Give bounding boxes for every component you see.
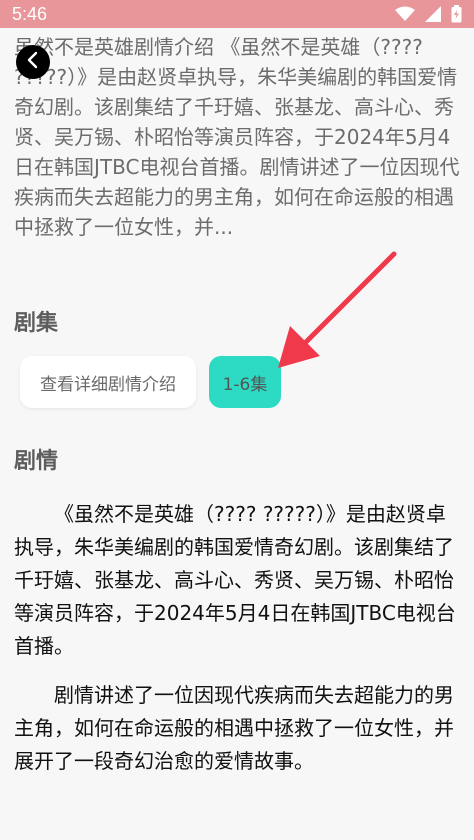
chevron-left-icon [25, 51, 41, 73]
plot-paragraph: 《虽然不是英雄（???? ?????）》是由赵贤卓执导，朱华美编剧的韩国爱情奇幻… [14, 502, 456, 658]
plot-section-title: 剧情 [14, 449, 59, 474]
status-bar: 5:46 [0, 0, 474, 28]
synopsis-summary: 虽然不是英雄剧情介绍 《虽然不是英雄（???? ?????）》是由赵贤卓执导，朱… [14, 35, 460, 239]
status-time: 5:46 [12, 4, 48, 24]
wifi-icon [395, 6, 415, 22]
episodes-section-title: 剧集 [14, 311, 59, 336]
battery-icon [451, 5, 462, 23]
view-detailed-plot-button[interactable]: 查看详细剧情介绍 [20, 356, 196, 408]
status-icons [395, 4, 462, 24]
annotation-arrow-icon [270, 250, 400, 374]
back-button[interactable] [16, 45, 50, 79]
cellular-signal-icon [425, 6, 441, 22]
plot-paragraph: 剧情讲述了一位因现代疾病而失去超能力的男主角，如何在命运般的相遇中拯救了一位女性… [14, 683, 454, 773]
plot-text: 《虽然不是英雄（???? ?????）》是由赵贤卓执导，朱华美编剧的韩国爱情奇幻… [14, 498, 464, 794]
